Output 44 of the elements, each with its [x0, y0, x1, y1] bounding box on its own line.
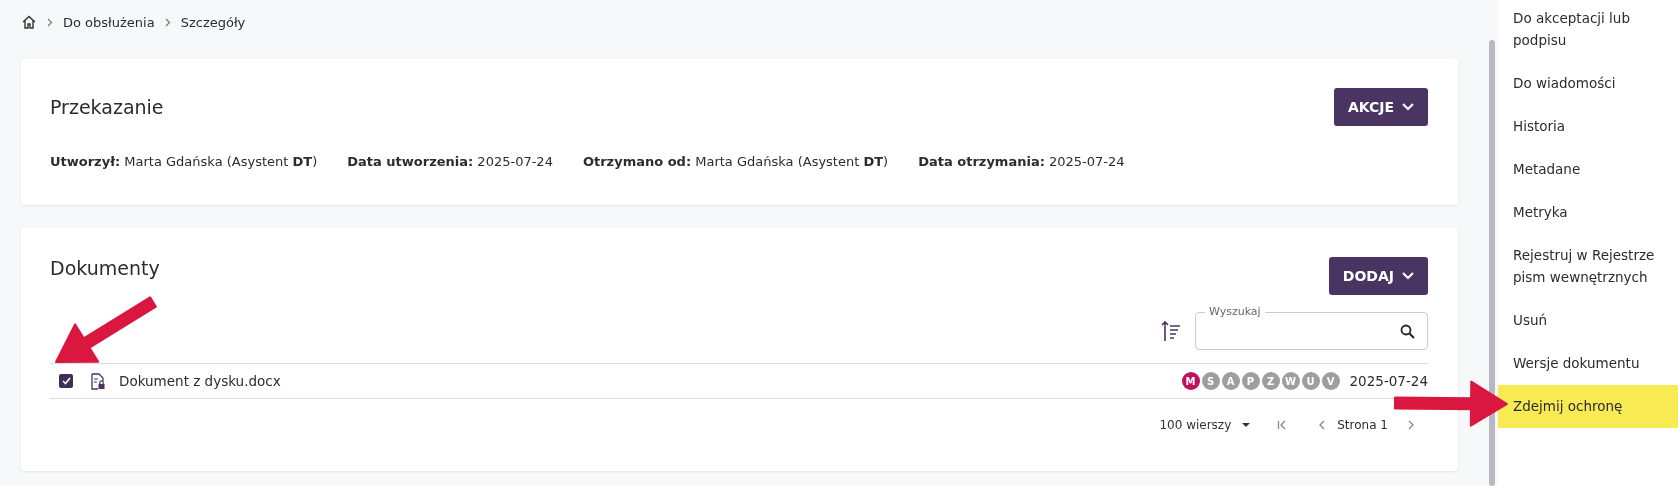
menu-item[interactable]: Do akceptacji lub podpisu	[1498, 0, 1678, 62]
status-badge: Z	[1261, 372, 1280, 390]
actions-button[interactable]: AKCJE	[1333, 88, 1428, 126]
card-title: Dokumenty	[50, 257, 160, 279]
meta-field: Data utworzenia: 2025-07-24	[347, 154, 553, 169]
next-page-icon[interactable]	[1406, 420, 1416, 430]
chevron-right-icon	[164, 17, 171, 27]
menu-item[interactable]: Wersje dokumentu	[1498, 341, 1678, 385]
checkbox[interactable]	[59, 374, 73, 388]
caret-icon[interactable]	[1241, 420, 1252, 430]
sort-icon[interactable]	[1161, 320, 1181, 342]
scrollbar[interactable]	[1489, 40, 1495, 486]
breadcrumb-item[interactable]: Do obsłużenia	[63, 14, 155, 30]
meta-field: Utworzył: Marta Gdańska (Asystent DT)	[50, 154, 318, 169]
chevron-down-icon	[1402, 272, 1414, 280]
meta-field: Otrzymano od: Marta Gdańska (Asystent DT)	[582, 154, 889, 169]
document-date: 2025-07-24	[1349, 373, 1428, 389]
chevron-down-icon	[1402, 103, 1414, 111]
status-badge: S	[1201, 372, 1220, 390]
breadcrumb-item: Szczegóły	[180, 14, 246, 30]
status-badge: U	[1301, 372, 1320, 390]
status-badge: V	[1321, 372, 1340, 390]
status-badge: W	[1281, 372, 1300, 390]
page-number: Strona 1	[1337, 418, 1388, 432]
menu-item[interactable]: Rejestruj w Rejestrze pism wewnętrznych	[1498, 233, 1678, 299]
document-name[interactable]: Dokument z dysku.docx	[119, 373, 1182, 389]
home-icon[interactable]	[21, 14, 37, 30]
first-page-icon[interactable]	[1277, 420, 1288, 430]
menu-item[interactable]: Metryka	[1498, 190, 1678, 234]
menu-item[interactable]: Usuń	[1498, 298, 1678, 342]
chevron-right-icon	[47, 17, 53, 27]
locked-document-icon	[90, 372, 105, 390]
card-title: Przekazanie	[50, 96, 164, 118]
menu-item[interactable]: Metadane	[1498, 147, 1678, 191]
meta-field: Data otrzymania: 2025-07-24	[918, 154, 1125, 169]
status-badge: A	[1221, 372, 1240, 390]
status-badge: P	[1241, 372, 1260, 390]
status-badge: M	[1181, 372, 1200, 390]
rows-per-page-dropdown[interactable]: 100 wierszy	[1159, 418, 1252, 432]
add-button[interactable]: DODAJ	[1328, 257, 1428, 295]
search-icon[interactable]	[1400, 323, 1415, 339]
menu-item[interactable]: Zdejmij ochronę	[1498, 384, 1678, 428]
menu-item[interactable]: Historia	[1498, 104, 1678, 148]
menu-item[interactable]: Do wiadomości	[1498, 61, 1678, 105]
